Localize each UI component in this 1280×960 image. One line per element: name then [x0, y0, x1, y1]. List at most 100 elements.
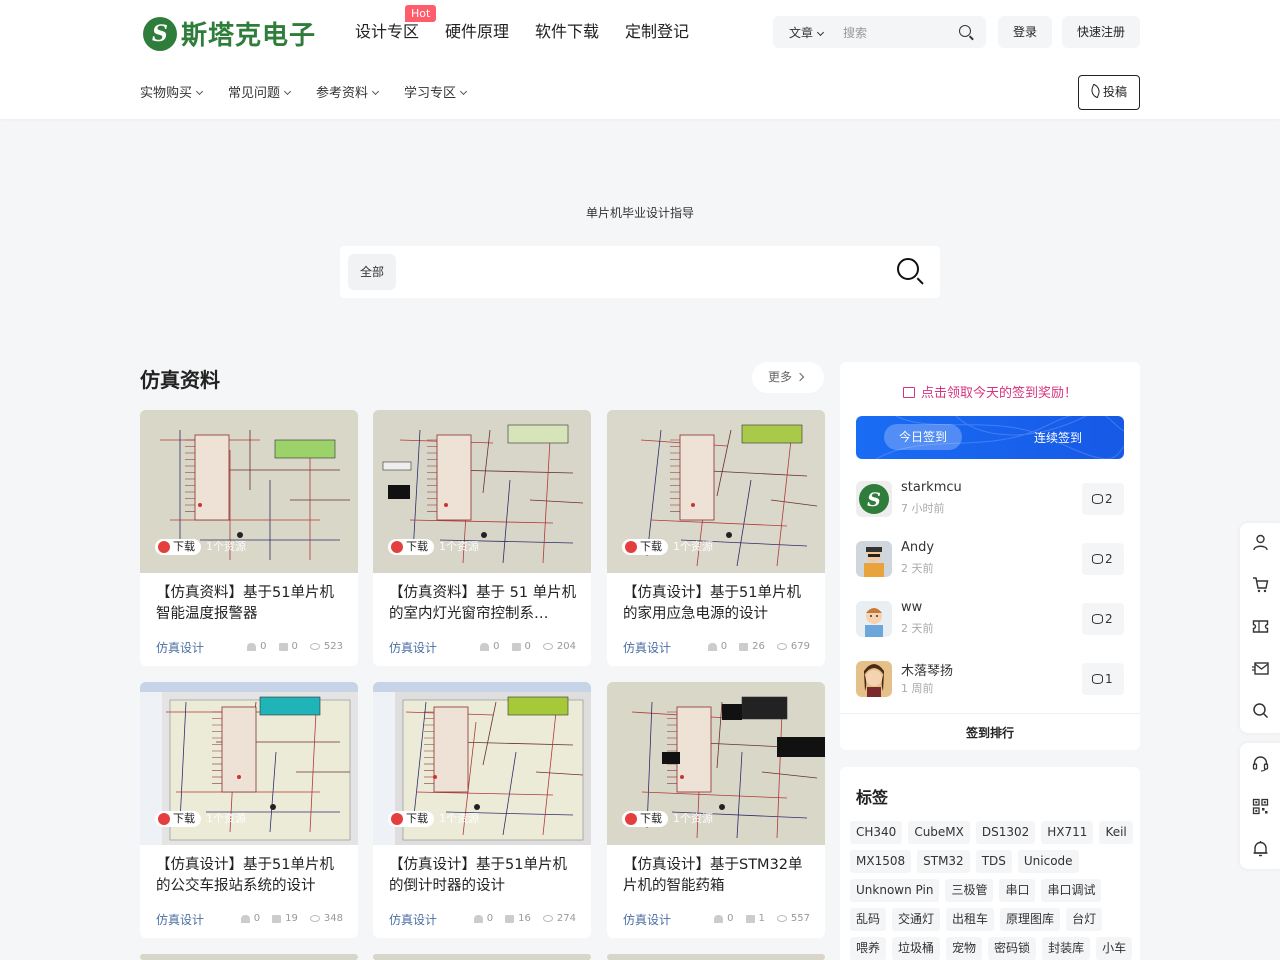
tag-chip[interactable]: 交通灯 [892, 908, 941, 931]
headset-icon[interactable] [1252, 755, 1269, 772]
tag-chip[interactable]: HX711 [1041, 821, 1094, 844]
post-title[interactable]: 【仿真设计】基于51单片机的家用应急电源的设计 [623, 583, 813, 625]
sub-nav: 实物购买 常见问题 参考资料 学习专区 [140, 82, 492, 101]
tag-chip[interactable]: TDS [975, 850, 1012, 873]
nav-item-hardware[interactable]: 硬件原理 [445, 20, 509, 44]
post-category[interactable]: 仿真设计 [623, 911, 671, 928]
logo-text: 斯塔克电子 [181, 21, 317, 51]
coin-badge: 2 [1082, 603, 1124, 635]
avatar[interactable] [856, 661, 892, 697]
post-card[interactable]: 下载 1个资源 【仿真资料】基于 51 单片机的室内灯光窗帘控制系… 仿真设计 … [373, 410, 591, 666]
post-card[interactable] [140, 954, 358, 960]
post-category[interactable]: 仿真设计 [389, 911, 437, 928]
post-title[interactable]: 【仿真设计】基于51单片机的倒计时器的设计 [389, 855, 579, 897]
tag-chip[interactable]: 串口 [999, 879, 1036, 902]
post-category[interactable]: 仿真设计 [156, 911, 204, 928]
sign-user-row: ww 2 天前 2 [856, 599, 1124, 639]
chevron-down-icon [195, 87, 204, 96]
avatar[interactable] [856, 601, 892, 637]
post-card[interactable]: 下载 1个资源 【仿真资料】基于51单片机智能温度报警器 仿真设计 0 0 52… [140, 410, 358, 666]
qrcode-icon[interactable] [1252, 798, 1269, 815]
sign-reward-link[interactable]: 点击领取今天的签到奖励！ [840, 382, 1140, 401]
post-card[interactable]: 下载 1个资源 【仿真设计】基于51单片机的公交车报站系统的设计 仿真设计 0 … [140, 682, 358, 938]
tag-chip[interactable]: STM32 [917, 850, 970, 873]
search-input[interactable]: 搜索 [843, 24, 867, 41]
hero-search[interactable]: 全部 [340, 246, 940, 298]
search-icon[interactable] [1252, 702, 1269, 719]
chevron-down-icon [816, 28, 825, 37]
hot-badge: Hot [405, 5, 437, 22]
post-card[interactable]: 下载 1个资源 【仿真设计】基于STM32单片机的智能药箱 仿真设计 0 1 5… [607, 682, 825, 938]
post-card[interactable]: 下载 1个资源 【仿真设计】基于51单片机的倒计时器的设计 仿真设计 0 16 … [373, 682, 591, 938]
search-scope-select[interactable]: 全部 [348, 254, 396, 290]
sub-nav-item-reference[interactable]: 参考资料 [316, 82, 380, 101]
tag-chip[interactable]: 台灯 [1066, 908, 1103, 931]
search-icon[interactable] [897, 258, 919, 280]
tag-chip[interactable]: 密码锁 [988, 937, 1037, 960]
tag-panel-title: 标签 [856, 788, 889, 807]
tag-chip[interactable]: CH340 [850, 821, 903, 844]
user-icon[interactable] [1252, 534, 1269, 551]
search-icon[interactable] [959, 25, 971, 37]
tag-chip[interactable]: Keil [1099, 821, 1133, 844]
user-name[interactable]: Andy [901, 540, 934, 555]
coin-icon [1092, 674, 1103, 684]
tag-chip[interactable]: 封装库 [1042, 937, 1091, 960]
tab-today-sign[interactable]: 今日签到 [884, 424, 962, 450]
bell-icon[interactable] [1252, 840, 1269, 857]
nav-item-software[interactable]: 软件下载 [535, 20, 599, 44]
tag-chip[interactable]: 出租车 [946, 908, 995, 931]
user-name[interactable]: 木落琴扬 [901, 660, 953, 679]
avatar[interactable] [856, 541, 892, 577]
post-card[interactable] [607, 954, 825, 960]
post-category[interactable]: 仿真设计 [623, 639, 671, 656]
post-title[interactable]: 【仿真资料】基于 51 单片机的室内灯光窗帘控制系… [389, 583, 579, 625]
views-stat: 557 [776, 913, 810, 924]
tag-chip[interactable]: 原理图库 [1000, 908, 1061, 931]
avatar[interactable]: S [856, 481, 892, 517]
tag-chip[interactable]: Unicode [1017, 850, 1079, 873]
tag-chip[interactable]: CubeMX [908, 821, 970, 844]
tag-chip[interactable]: 垃圾桶 [892, 937, 941, 960]
tag-chip[interactable]: Unknown Pin [850, 879, 940, 902]
post-card[interactable]: 下载 1个资源 【仿真设计】基于51单片机的家用应急电源的设计 仿真设计 0 2… [607, 410, 825, 666]
more-button[interactable]: 更多 [752, 362, 824, 393]
sub-nav-item-faq[interactable]: 常见问题 [228, 82, 292, 101]
user-name[interactable]: starkmcu [901, 480, 962, 495]
sub-nav-item-learning[interactable]: 学习专区 [404, 82, 468, 101]
search-type-select[interactable]: 文章 [789, 24, 825, 41]
sign-rank-link[interactable]: 签到排行 [840, 713, 1140, 741]
cart-icon[interactable] [1252, 576, 1269, 593]
ticket-icon[interactable] [1252, 618, 1269, 635]
post-category[interactable]: 仿真设计 [389, 639, 437, 656]
tag-chip[interactable]: 小车 [1096, 937, 1133, 960]
message-icon[interactable] [1252, 660, 1269, 677]
post-button[interactable]: 投稿 [1078, 75, 1140, 110]
nav-item-design[interactable]: 设计专区 Hot [355, 5, 437, 44]
tag-chip[interactable]: 乱码 [850, 908, 887, 931]
tab-continuous-sign[interactable]: 连续签到 [1034, 429, 1082, 446]
tag-chip[interactable]: 串口调试 [1041, 879, 1102, 902]
post-title[interactable]: 【仿真设计】基于STM32单片机的智能药箱 [623, 855, 813, 897]
tag-chip[interactable]: MX1508 [850, 850, 912, 873]
login-button[interactable]: 登录 [998, 16, 1052, 48]
coin-icon [1092, 554, 1103, 564]
post-title[interactable]: 【仿真设计】基于51单片机的公交车报站系统的设计 [156, 855, 346, 897]
tag-chip[interactable]: DS1302 [975, 821, 1036, 844]
tag-chip[interactable]: 喂养 [850, 937, 887, 960]
site-logo[interactable]: S 斯塔克电子 [143, 15, 316, 52]
post-category[interactable]: 仿真设计 [156, 639, 204, 656]
sub-nav-item-purchase[interactable]: 实物购买 [140, 82, 204, 101]
tag-chip[interactable]: 三极管 [945, 879, 994, 902]
register-button[interactable]: 快速注册 [1062, 16, 1140, 48]
coin-icon [1092, 494, 1103, 504]
user-name[interactable]: ww [901, 600, 922, 615]
tag-chip[interactable]: 宠物 [946, 937, 983, 960]
post-stats: 0 19 348 [229, 913, 343, 924]
nav-item-custom[interactable]: 定制登记 [625, 20, 689, 44]
eye-icon [542, 915, 553, 922]
feather-icon [1089, 83, 1102, 99]
heart-icon [247, 642, 257, 651]
post-title[interactable]: 【仿真资料】基于51单片机智能温度报警器 [156, 583, 346, 625]
post-card[interactable] [373, 954, 591, 960]
